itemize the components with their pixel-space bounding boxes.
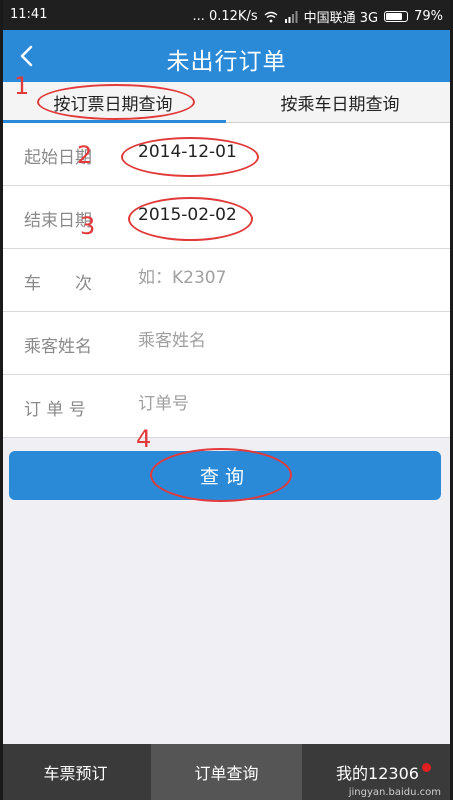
annotation-number-2: 2 <box>77 141 93 169</box>
nav-ticket-booking-label: 车票预订 <box>43 764 108 783</box>
tab-booking-date[interactable]: 按订票日期查询 <box>0 82 226 123</box>
page-title: 未出行订单 <box>166 49 287 75</box>
notification-dot <box>422 763 431 772</box>
watermark: jingyan.baidu.com <box>348 787 441 798</box>
annotation-number-1: 1 <box>14 72 30 100</box>
frame-left <box>0 0 3 800</box>
wifi-icon <box>264 11 278 22</box>
signal-icon <box>284 10 298 23</box>
annotation-number-3: 3 <box>80 212 96 240</box>
order-no-row: 订 单 号 <box>0 375 453 438</box>
annotation-number-4: 4 <box>136 425 152 453</box>
tab-travel-date-label: 按乘车日期查询 <box>280 94 400 115</box>
end-date-field[interactable] <box>138 205 418 225</box>
battery-icon <box>384 11 409 22</box>
start-date-row: 起始日期 <box>0 123 453 186</box>
nav-my-12306-label: 我的12306 <box>336 764 419 783</box>
end-date-row: 结束日期 <box>0 186 453 249</box>
nav-ticket-booking[interactable]: 车票预订 <box>0 744 151 800</box>
train-no-label: 车 次 <box>24 274 92 294</box>
order-no-input[interactable] <box>138 394 418 414</box>
passenger-name-label: 乘客姓名 <box>24 337 92 357</box>
tab-booking-date-label: 按订票日期查询 <box>53 94 173 115</box>
carrier-label: 中国联通 3G <box>303 11 379 26</box>
train-no-input[interactable] <box>138 268 418 288</box>
status-indicators: ... 0.12K/s 中国联通 3G 79% <box>192 7 443 26</box>
status-time: 11:41 <box>10 7 48 22</box>
tab-bar: 按订票日期查询 按乘车日期查询 <box>0 82 453 123</box>
status-bar: 11:41 ... 0.12K/s 中国联通 3G 79% <box>0 0 453 30</box>
app-header: 未出行订单 <box>0 30 453 82</box>
query-form: 起始日期 结束日期 车 次 乘客姓名 订 单 号 <box>0 123 453 438</box>
network-speed: ... 0.12K/s <box>192 9 258 24</box>
order-no-label: 订 单 号 <box>24 400 86 420</box>
bottom-nav: 车票预订 订单查询 我的12306 jingyan.baidu.com <box>0 744 453 800</box>
query-button[interactable]: 查询 <box>9 451 441 500</box>
passenger-name-input[interactable] <box>138 331 418 351</box>
start-date-field[interactable] <box>138 142 418 162</box>
nav-order-query[interactable]: 订单查询 <box>151 744 302 800</box>
tab-travel-date[interactable]: 按乘车日期查询 <box>227 82 453 122</box>
battery-level: 79% <box>414 9 443 24</box>
passenger-name-row: 乘客姓名 <box>0 312 453 375</box>
train-no-row: 车 次 <box>0 249 453 312</box>
nav-order-query-label: 订单查询 <box>194 764 259 783</box>
